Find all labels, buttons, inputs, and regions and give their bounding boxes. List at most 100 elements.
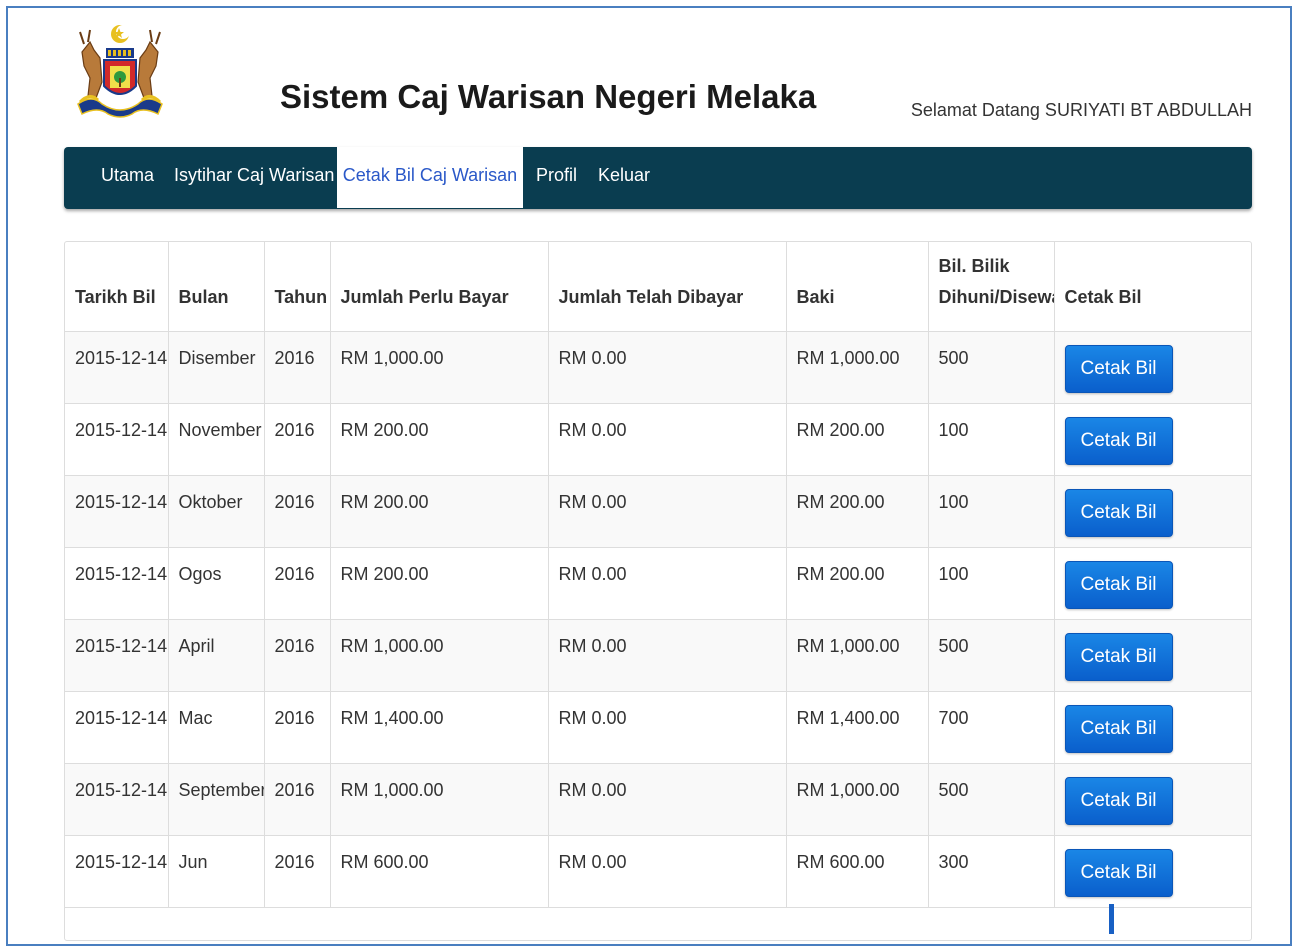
cell-jumlah-perlu-bayar: RM 200.00	[330, 475, 549, 548]
cell-bulan: November	[168, 403, 265, 476]
cell-tahun: 2016	[264, 475, 331, 548]
cell-jumlah-perlu-bayar: RM 200.00	[330, 403, 549, 476]
cell-bil-bilik: 500	[928, 763, 1055, 836]
cell-tahun: 2016	[264, 835, 331, 908]
cell-jumlah-telah-dibayar: RM 0.00	[548, 403, 787, 476]
cell-baki: RM 1,400.00	[786, 691, 929, 764]
cell-bulan: April	[168, 619, 265, 692]
column-header-bulan: Bulan	[168, 242, 265, 332]
cell-baki: RM 1,000.00	[786, 763, 929, 836]
table-row: 2015-12-14 Jun 2016 RM 600.00 RM 0.00 RM…	[65, 835, 1251, 908]
cell-tahun: 2016	[264, 331, 331, 404]
cell-tahun: 2016	[264, 619, 331, 692]
cell-jumlah-perlu-bayar: RM 1,000.00	[330, 331, 549, 404]
column-header-jumlah-perlu-bayar: Jumlah Perlu Bayar	[330, 242, 549, 332]
app-title: Sistem Caj Warisan Negeri Melaka	[280, 78, 817, 115]
cell-baki: RM 1,000.00	[786, 331, 929, 404]
cell-tarikh-bil: 2015-12-14	[65, 475, 169, 548]
cetak-bil-button[interactable]: Cetak Bil	[1064, 560, 1173, 609]
cell-action: Cetak Bil	[1054, 547, 1251, 620]
cell-jumlah-telah-dibayar: RM 0.00	[548, 835, 787, 908]
table-row: 2015-12-14 Disember 2016 RM 1,000.00 RM …	[65, 331, 1251, 404]
page-header: Sistem Caj Warisan Negeri Melaka Selamat…	[64, 18, 1252, 128]
cell-jumlah-telah-dibayar: RM 0.00	[548, 619, 787, 692]
cetak-bil-button[interactable]: Cetak Bil	[1064, 704, 1173, 753]
cell-tahun: 2016	[264, 763, 331, 836]
table-row: 2015-12-14 November 2016 RM 200.00 RM 0.…	[65, 403, 1251, 476]
cetak-bil-button[interactable]: Cetak Bil	[1064, 416, 1173, 465]
cell-tarikh-bil: 2015-12-14	[65, 835, 169, 908]
column-header-bil-bilik: Bil. Bilik Dihuni/Disewa	[928, 242, 1055, 332]
cell-jumlah-telah-dibayar: RM 0.00	[548, 763, 787, 836]
table-row: 2015-12-14 Ogos 2016 RM 200.00 RM 0.00 R…	[65, 547, 1251, 620]
bill-table-container: Tarikh Bil Bulan Tahun Jumlah Perlu Baya…	[64, 241, 1252, 941]
column-header-tarikh-bil: Tarikh Bil	[65, 242, 169, 332]
bill-table: Tarikh Bil Bulan Tahun Jumlah Perlu Baya…	[65, 242, 1251, 908]
cell-tarikh-bil: 2015-12-14	[65, 619, 169, 692]
column-header-jumlah-telah-dibayar: Jumlah Telah Dibayar	[548, 242, 787, 332]
table-header-row: Tarikh Bil Bulan Tahun Jumlah Perlu Baya…	[65, 242, 1251, 332]
cell-bil-bilik: 500	[928, 331, 1055, 404]
cell-bulan: September	[168, 763, 265, 836]
cell-jumlah-telah-dibayar: RM 0.00	[548, 331, 787, 404]
cell-bil-bilik: 500	[928, 619, 1055, 692]
table-row: 2015-12-14 Mac 2016 RM 1,400.00 RM 0.00 …	[65, 691, 1251, 764]
cetak-bil-button[interactable]: Cetak Bil	[1064, 776, 1173, 825]
cell-bulan: Mac	[168, 691, 265, 764]
cetak-bil-button[interactable]: Cetak Bil	[1064, 848, 1173, 897]
cell-jumlah-perlu-bayar: RM 200.00	[330, 547, 549, 620]
cell-action: Cetak Bil	[1054, 331, 1251, 404]
cell-bulan: Disember	[168, 331, 265, 404]
cell-bulan: Oktober	[168, 475, 265, 548]
table-row: 2015-12-14 Oktober 2016 RM 200.00 RM 0.0…	[65, 475, 1251, 548]
cell-jumlah-perlu-bayar: RM 600.00	[330, 835, 549, 908]
column-header-tahun: Tahun	[264, 242, 331, 332]
table-row: 2015-12-14 September 2016 RM 1,000.00 RM…	[65, 763, 1251, 836]
cell-baki: RM 1,000.00	[786, 619, 929, 692]
cell-bil-bilik: 100	[928, 475, 1055, 548]
cell-action: Cetak Bil	[1054, 475, 1251, 548]
cell-bulan: Jun	[168, 835, 265, 908]
cell-tarikh-bil: 2015-12-14	[65, 331, 169, 404]
cell-tarikh-bil: 2015-12-14	[65, 763, 169, 836]
cell-action: Cetak Bil	[1054, 619, 1251, 692]
cell-action: Cetak Bil	[1054, 763, 1251, 836]
cell-bil-bilik: 100	[928, 547, 1055, 620]
welcome-message: Selamat Datang SURIYATI BT ABDULLAH	[910, 100, 1252, 120]
cell-bil-bilik: 300	[928, 835, 1055, 908]
cell-bil-bilik: 700	[928, 691, 1055, 764]
melaka-crest-logo	[72, 22, 168, 120]
cell-jumlah-telah-dibayar: RM 0.00	[548, 691, 787, 764]
cell-jumlah-perlu-bayar: RM 1,400.00	[330, 691, 549, 764]
cell-baki: RM 200.00	[786, 547, 929, 620]
cell-action: Cetak Bil	[1054, 691, 1251, 764]
cell-jumlah-telah-dibayar: RM 0.00	[548, 475, 787, 548]
cell-action: Cetak Bil	[1054, 403, 1251, 476]
cell-tahun: 2016	[264, 691, 331, 764]
column-header-baki: Baki	[786, 242, 929, 332]
cell-tahun: 2016	[264, 547, 331, 620]
cell-jumlah-perlu-bayar: RM 1,000.00	[330, 763, 549, 836]
main-navbar: Utama Isytihar Caj Warisan Cetak Bil Caj…	[64, 147, 1252, 209]
nav-item-profil[interactable]: Profil	[536, 147, 577, 209]
cell-baki: RM 200.00	[786, 475, 929, 548]
cell-bil-bilik: 100	[928, 403, 1055, 476]
cell-tahun: 2016	[264, 403, 331, 476]
cell-baki: RM 200.00	[786, 403, 929, 476]
cetak-bil-button[interactable]: Cetak Bil	[1064, 488, 1173, 537]
cetak-bil-button[interactable]: Cetak Bil	[1064, 632, 1173, 681]
column-header-cetak-bil: Cetak Bil	[1054, 242, 1251, 332]
cell-tarikh-bil: 2015-12-14	[65, 403, 169, 476]
nav-item-keluar[interactable]: Keluar	[598, 147, 650, 209]
cell-tarikh-bil: 2015-12-14	[65, 691, 169, 764]
cell-jumlah-perlu-bayar: RM 1,000.00	[330, 619, 549, 692]
nav-item-isytihar-caj-warisan[interactable]: Isytihar Caj Warisan	[174, 147, 334, 209]
nav-item-cetak-bil-caj-warisan[interactable]: Cetak Bil Caj Warisan	[337, 147, 523, 208]
cell-action: Cetak Bil	[1054, 835, 1251, 908]
nav-item-utama[interactable]: Utama	[101, 147, 154, 209]
cell-baki: RM 600.00	[786, 835, 929, 908]
annotation-pointer-line	[1109, 904, 1114, 934]
table-row: 2015-12-14 April 2016 RM 1,000.00 RM 0.0…	[65, 619, 1251, 692]
cetak-bil-button[interactable]: Cetak Bil	[1064, 344, 1173, 393]
cell-tarikh-bil: 2015-12-14	[65, 547, 169, 620]
